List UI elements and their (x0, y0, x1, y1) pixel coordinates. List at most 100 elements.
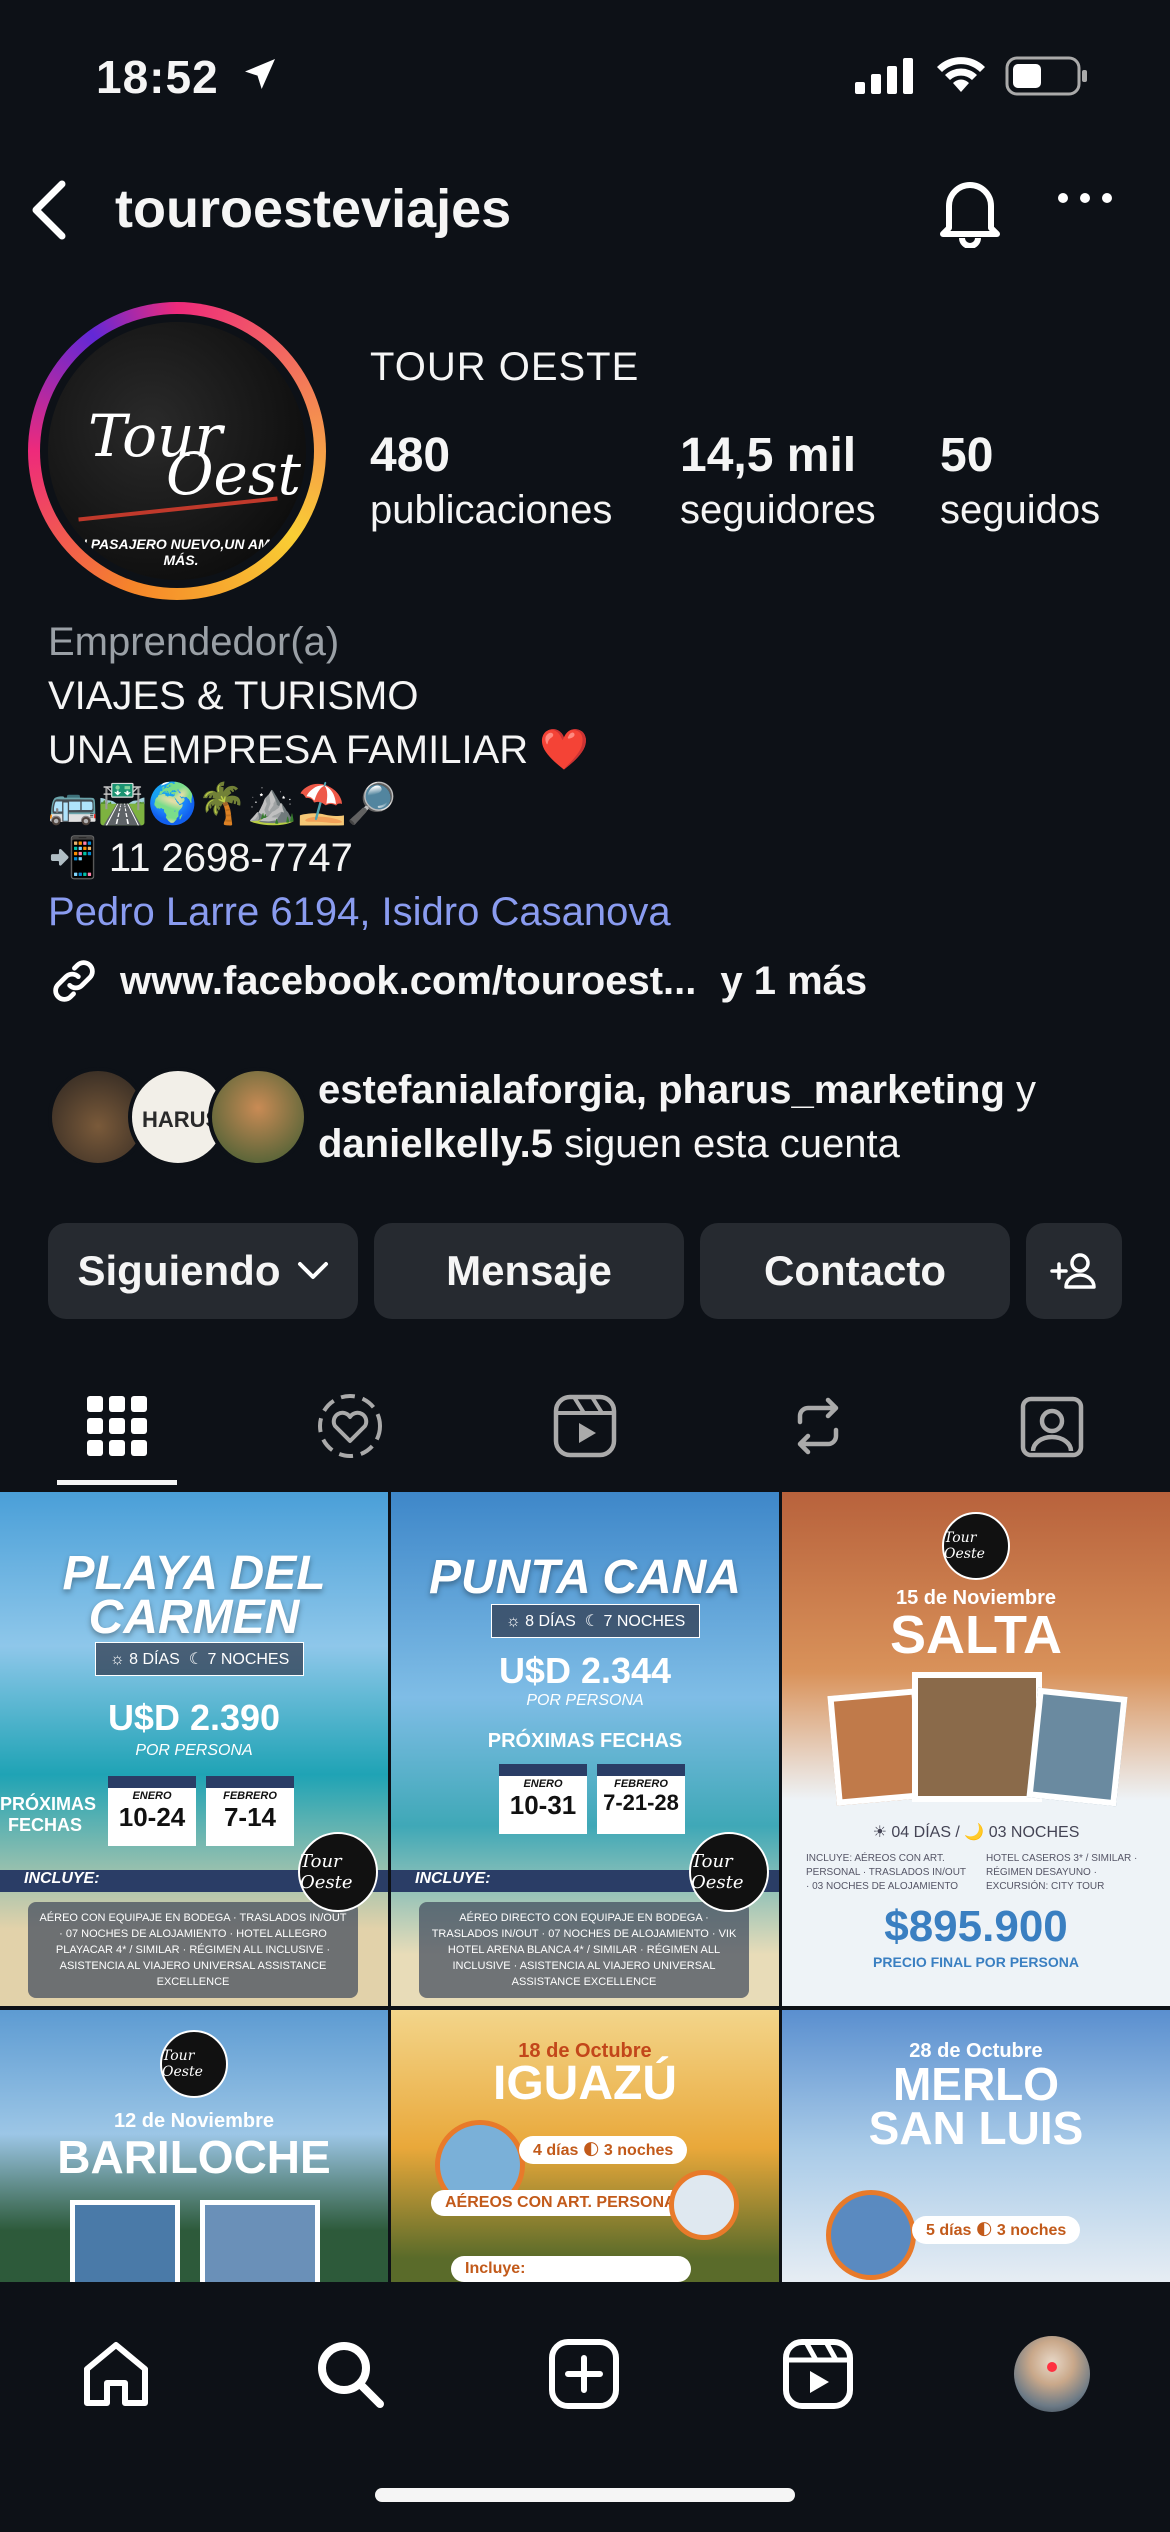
nav-reels[interactable] (768, 2324, 868, 2424)
date-month: FEBRERO (223, 1790, 277, 1802)
post-price: U$D 2.390 (107, 1697, 281, 1738)
reels-icon (553, 1394, 617, 1458)
post-title: BARILOCHE (57, 2131, 331, 2183)
date-card: FEBRERO 7-14 (206, 1776, 294, 1846)
tab-reels[interactable] (525, 1370, 645, 1482)
grid-post[interactable]: PUNTA CANA ☼ 8 DÍAS ☾ 7 NOCHES U$D 2.344… (391, 1492, 779, 2006)
grid-post[interactable]: PLAYA DEL CARMEN ☼ 8 DÍAS ☾ 7 NOCHES U$D… (0, 1492, 388, 2006)
tab-reposts[interactable] (758, 1370, 878, 1482)
date-month: FEBRERO (614, 1778, 668, 1790)
stat-posts[interactable]: 480 publicaciones (370, 428, 612, 536)
profile-actions: Siguiendo Mensaje Contacto (48, 1223, 1122, 1319)
nav-search[interactable] (300, 2324, 400, 2424)
post-chip-text: ☾ 7 NOCHES (188, 1651, 290, 1668)
chevron-down-icon (297, 1262, 328, 1279)
mutual-avatar (208, 1067, 308, 1167)
mutuals-text: estefanialaforgia, pharus_marketing y da… (318, 1063, 1148, 1171)
post-price: $895.900 (884, 1902, 1068, 1951)
post-detail-left: INCLUYE: AÉREOS CON ART. PERSONAL · TRAS… (806, 1853, 966, 1892)
post-date: 12 de Noviembre (113, 2110, 275, 2132)
following-button[interactable]: Siguiendo (48, 1223, 358, 1319)
grid-post[interactable]: 28 de Octubre MERLO SAN LUIS 5 días 🌓 3 … (782, 2010, 1170, 2282)
stat-value: 14,5 mil (680, 429, 857, 482)
post-dates-label: PRÓXIMAS FECHAS (487, 1730, 683, 1752)
post-price: U$D 2.344 (498, 1650, 672, 1691)
tour-oeste-badge: Tour Oeste (160, 2030, 228, 2098)
post-photo (200, 2200, 320, 2282)
grid-post[interactable]: Tour Oeste 15 de Noviembre SALTA ☀ 04 DÍ… (782, 1492, 1170, 2006)
stat-value: 480 (370, 429, 451, 482)
date-card: ENERO 10-31 (499, 1764, 587, 1834)
post-photo-circle (669, 2170, 739, 2240)
status-bar: 18:52 (0, 0, 1170, 150)
repost-icon (797, 1397, 839, 1455)
date-value: 10-24 (118, 1802, 186, 1832)
post-title: MERLO SAN LUIS (868, 2058, 1084, 2154)
nav-profile[interactable] (1002, 2324, 1102, 2424)
date-value: 7-21-28 (603, 1790, 679, 1815)
tab-tagged[interactable] (992, 1370, 1112, 1482)
status-time: 18:52 (96, 51, 219, 103)
home-icon (84, 2342, 148, 2406)
nav-home[interactable] (66, 2324, 166, 2424)
notification-bell-icon[interactable] (935, 172, 1005, 248)
bio-address-link[interactable]: Pedro Larre 6194, Isidro Casanova (48, 885, 671, 939)
mutual-suffix: siguen esta cuenta (552, 1122, 900, 1166)
message-button[interactable]: Mensaje (374, 1223, 684, 1319)
post-pill: Incluye: (451, 2256, 691, 2282)
nav-create[interactable] (534, 2324, 634, 2424)
grid-icon (87, 1396, 147, 1456)
profile-avatar-small (1014, 2336, 1090, 2412)
post-detail-right: HOTEL CASEROS 3* / SIMILAR · RÉGIMEN DES… (986, 1853, 1138, 1892)
notification-dot (1047, 2362, 1057, 2372)
post-includes-list: AÉREO CON EQUIPAJE EN BODEGA · TRASLADOS… (28, 1902, 358, 1998)
post-pill: AÉREOS CON ART. PERSONAL (431, 2190, 700, 2216)
tab-posts-grid[interactable] (57, 1370, 177, 1482)
grid-post[interactable]: Tour Oeste 12 de Noviembre BARILOCHE (0, 2010, 388, 2282)
mutual-followers[interactable]: HARUS estefanialaforgia, pharus_marketin… (48, 1063, 1148, 1173)
cellular-signal-icon (855, 58, 913, 94)
post-title: SALTA (890, 1605, 1062, 1665)
mutual-conj: y (1004, 1068, 1037, 1112)
following-button-label: Siguiendo (77, 1247, 281, 1294)
post-photo-circle (826, 2190, 916, 2280)
bio-phone: 📲 11 2698-7747 (48, 836, 353, 880)
profile-link[interactable]: www.facebook.com/touroest... y 1 más (48, 955, 867, 1007)
mutual-names: estefanialaforgia, pharus_marketing (318, 1068, 1005, 1112)
mutual-names: danielkelly.5 (318, 1122, 553, 1166)
profile-display-name: TOUR OESTE (370, 345, 640, 389)
post-title: PUNTA CANA (429, 1551, 741, 1604)
stat-following[interactable]: 50 seguidos (940, 428, 1100, 536)
post-title: PLAYA DEL CARMEN (62, 1547, 326, 1644)
post-chip-text: ☼ 8 DÍAS (110, 1651, 180, 1668)
post-chip-text: ☼ 8 DÍAS (506, 1613, 576, 1630)
profile-avatar[interactable]: Tour Oeste UN PASAJERO NUEVO,UN AMIGO MÁ… (28, 302, 326, 600)
post-chip: ☼ 8 DÍAS ☾ 7 NOCHES (95, 1642, 305, 1676)
tab-collaborations[interactable] (290, 1370, 410, 1482)
location-arrow-icon (245, 59, 275, 89)
back-chevron-icon[interactable] (20, 170, 80, 250)
link-url: www.facebook.com/touroest... (120, 958, 697, 1003)
reels-icon (783, 2339, 853, 2409)
tour-oeste-badge: Tour Oeste (298, 1832, 378, 1912)
posts-grid: PLAYA DEL CARMEN ☼ 8 DÍAS ☾ 7 NOCHES U$D… (0, 1492, 1170, 2282)
tour-oeste-badge: Tour Oeste (942, 1512, 1010, 1580)
contact-button[interactable]: Contacto (700, 1223, 1010, 1319)
post-photo (1026, 1687, 1128, 1807)
post-photo (912, 1672, 1042, 1802)
stat-followers[interactable]: 14,5 mil seguidores (680, 428, 876, 536)
bio-category: Emprendedor(a) (48, 620, 340, 664)
profile-bio: Emprendedor(a) VIAJES & TURISMO UNA EMPR… (48, 615, 671, 939)
grid-post[interactable]: 18 de Octubre IGUAZÚ 4 días 🌓 3 noches A… (391, 2010, 779, 2282)
suggest-users-button[interactable] (1026, 1223, 1122, 1319)
wifi-icon (937, 57, 985, 92)
bio-line: VIAJES & TURISMO (48, 674, 419, 718)
post-price-note: PRECIO FINAL POR PERSONA (873, 1954, 1079, 1970)
avatar-tagline: UN PASAJERO NUEVO,UN AMIGO MÁS. (66, 536, 296, 568)
date-card: ENERO 10-24 (108, 1776, 196, 1846)
home-indicator[interactable] (375, 2488, 795, 2502)
more-options-icon[interactable] (1055, 190, 1115, 206)
date-month: ENERO (132, 1790, 172, 1802)
post-title: IGUAZÚ (493, 2057, 677, 2110)
stat-label: seguidos (940, 488, 1101, 532)
